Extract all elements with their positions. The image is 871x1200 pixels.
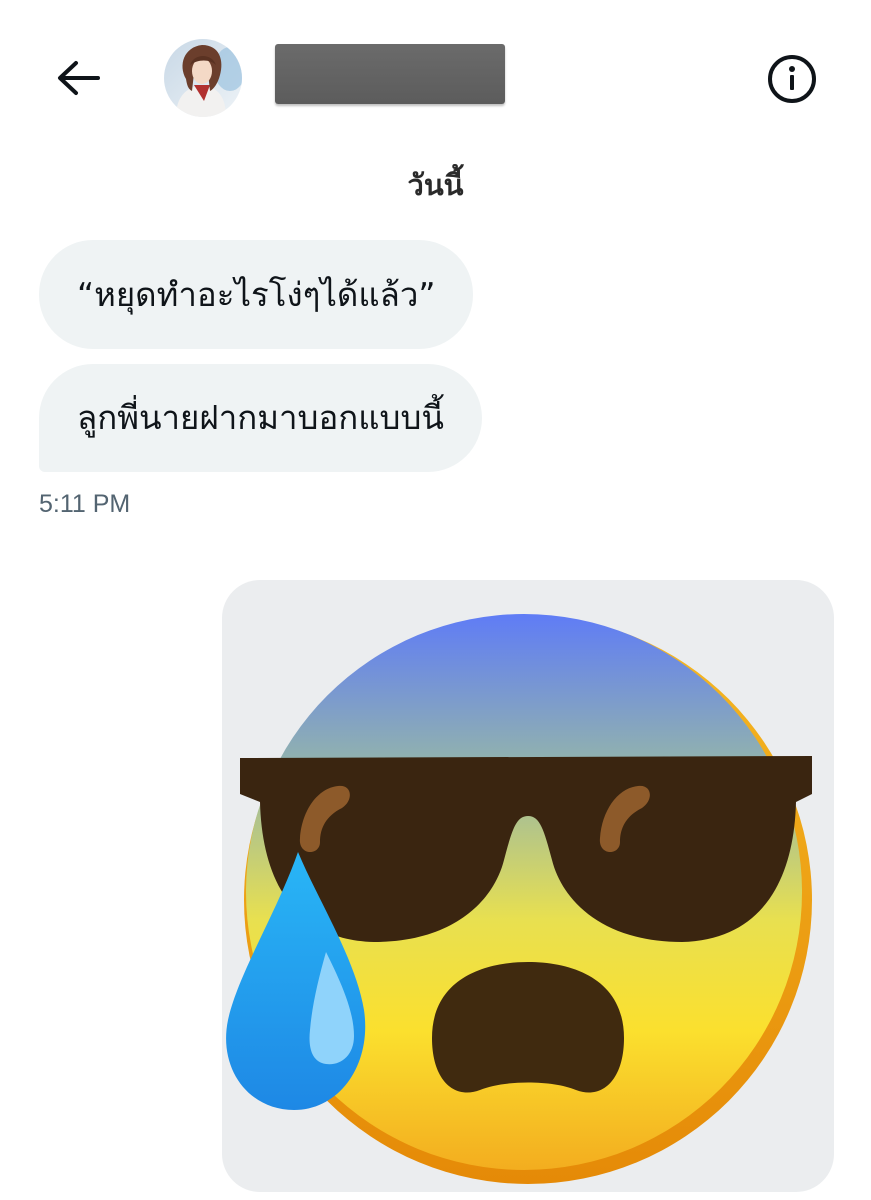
- received-message-bubble[interactable]: “หยุดทำอะไรโง่ๆได้แล้ว”: [39, 240, 474, 349]
- message-text: ลูกพี่นายฝากมาบอกแบบนี้: [77, 398, 444, 437]
- date-separator: วันนี้: [407, 168, 464, 202]
- sent-media-card[interactable]: [222, 580, 834, 1192]
- info-button[interactable]: [765, 52, 819, 106]
- back-button[interactable]: [52, 54, 104, 102]
- received-message-bubble[interactable]: ลูกพี่นายฝากมาบอกแบบนี้: [39, 364, 482, 472]
- profile-avatar: [164, 39, 242, 117]
- info-circle-icon: [768, 55, 816, 103]
- conversation-header: [0, 0, 871, 160]
- contact-name-redacted: [275, 44, 505, 104]
- arrow-left-icon: [58, 61, 100, 95]
- message-text: “หยุดทำอะไรโง่ๆได้แล้ว”: [77, 274, 436, 314]
- message-timestamp: 5:11 PM: [39, 490, 131, 518]
- cool-anxious-sweat-emoji: [226, 614, 812, 1184]
- avatar[interactable]: [164, 39, 242, 117]
